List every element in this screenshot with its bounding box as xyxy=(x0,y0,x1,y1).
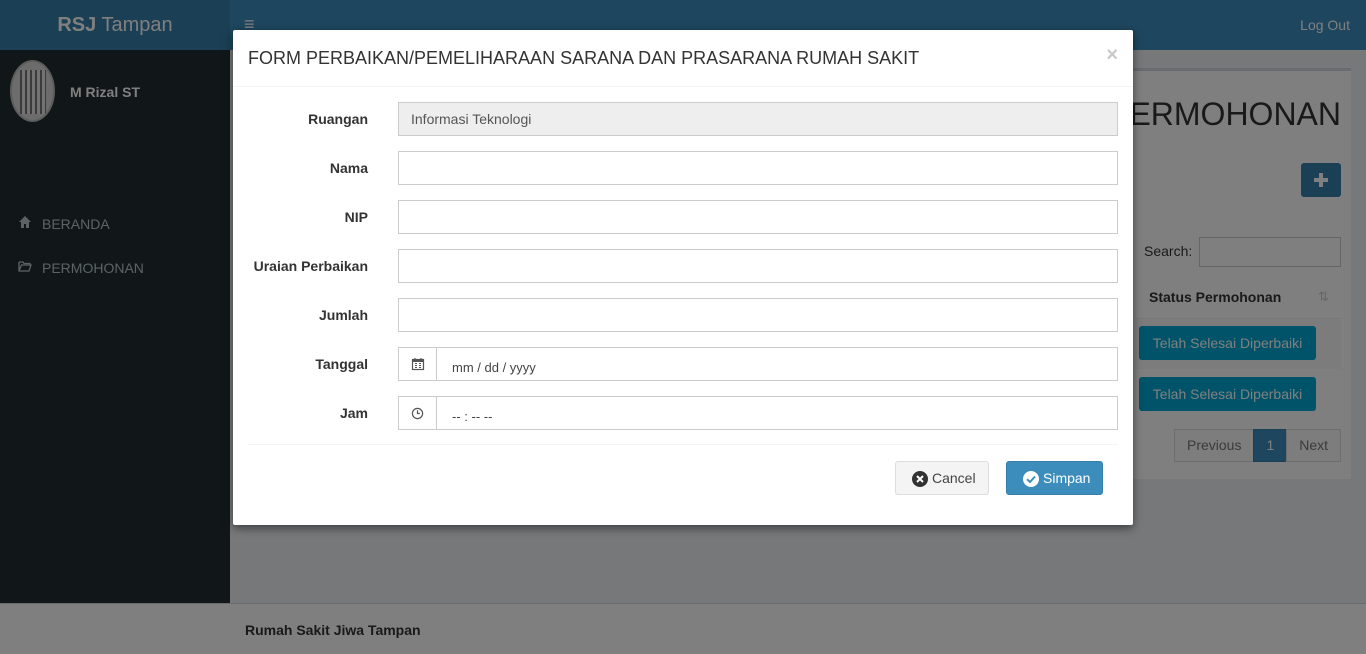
ruangan-field: Informasi Teknologi xyxy=(398,102,1118,136)
tanggal-label: Tanggal xyxy=(315,356,368,372)
clock-icon xyxy=(398,396,437,430)
form-row-jumlah: Jumlah xyxy=(233,298,1133,332)
jumlah-field[interactable] xyxy=(398,298,1118,332)
modal-title: FORM PERBAIKAN/PEMELIHARAAN SARANA DAN P… xyxy=(248,48,920,68)
times-circle-icon xyxy=(912,471,928,487)
repair-form-modal: FORM PERBAIKAN/PEMELIHARAAN SARANA DAN P… xyxy=(233,30,1133,525)
jam-label: Jam xyxy=(339,405,368,421)
form-row-nip: NIP xyxy=(233,200,1133,234)
cancel-button[interactable]: Cancel xyxy=(895,461,989,495)
form-row-uraian: Uraian Perbaikan xyxy=(233,249,1133,283)
check-circle-icon xyxy=(1023,471,1039,487)
form-row-nama: Nama xyxy=(233,151,1133,185)
uraian-field[interactable] xyxy=(398,249,1118,283)
form-row-ruangan: Ruangan Informasi Teknologi xyxy=(233,102,1133,136)
ruangan-label: Ruangan xyxy=(308,111,368,127)
nip-label: NIP xyxy=(344,209,368,225)
nip-field[interactable] xyxy=(398,200,1118,234)
tanggal-date-input[interactable]: mm / dd / yyyy xyxy=(436,347,1118,381)
modal-header: FORM PERBAIKAN/PEMELIHARAAN SARANA DAN P… xyxy=(233,30,1133,87)
nama-label: Nama xyxy=(329,160,368,176)
save-button-label: Simpan xyxy=(1043,470,1091,486)
nama-field[interactable] xyxy=(398,151,1118,185)
uraian-label: Uraian Perbaikan xyxy=(253,258,368,274)
modal-footer-divider xyxy=(248,444,1118,445)
cancel-button-label: Cancel xyxy=(932,470,976,486)
jumlah-label: Jumlah xyxy=(318,307,368,323)
jam-time-input[interactable]: -- : -- -- xyxy=(436,396,1118,430)
save-button[interactable]: Simpan xyxy=(1006,461,1103,495)
form-row-tanggal: Tanggal mm / dd / yyyy xyxy=(233,347,1133,381)
close-icon[interactable]: × xyxy=(1106,44,1118,67)
form-row-jam: Jam -- : -- -- xyxy=(233,396,1133,430)
calendar-icon xyxy=(398,347,437,381)
